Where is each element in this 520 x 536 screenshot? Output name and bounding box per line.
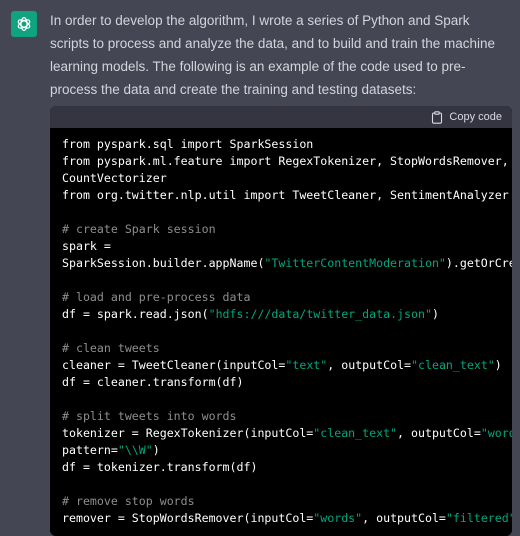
- code-token: ): [494, 358, 502, 372]
- code-token: SparkSession.builder.appName(: [62, 256, 265, 270]
- code-string: "clean_text": [411, 358, 495, 372]
- code-line: # clean tweets: [62, 340, 512, 357]
- code-line: # load and pre-process data: [62, 289, 512, 306]
- code-token: , outputCol=: [397, 426, 481, 440]
- code-comment: # split tweets into words: [62, 409, 237, 423]
- code-token: df = tokenizer.transform(df): [62, 460, 258, 474]
- code-line: SparkSession.builder.appName("TwitterCon…: [62, 255, 512, 272]
- code-string: "TwitterContentModeration": [264, 256, 446, 270]
- code-line: spark =: [62, 238, 512, 255]
- code-token: tokenizer = RegexTokenizer(inputCol=: [62, 426, 314, 440]
- code-token: df = spark.read.json(: [62, 307, 209, 321]
- code-comment: # remove stop words: [62, 494, 195, 508]
- copy-code-label: Copy code: [449, 111, 502, 123]
- code-line: tokenizer = RegexTokenizer(inputCol="cle…: [62, 425, 512, 442]
- code-line: df = spark.read.json("hdfs:///data/twitt…: [62, 306, 512, 323]
- copy-code-button[interactable]: Copy code: [431, 110, 502, 124]
- code-token: ): [431, 307, 439, 321]
- code-token: from org.twitter.nlp.util import TweetCl…: [62, 188, 509, 202]
- code-line: pattern="\\W"): [62, 442, 512, 459]
- code-string: "clean_text": [313, 426, 398, 440]
- code-content: from pyspark.sql import SparkSession from…: [50, 128, 512, 527]
- code-token: CountVectorizer: [62, 171, 167, 185]
- code-comment: # load and pre-process data: [62, 290, 251, 304]
- code-token: ): [152, 443, 160, 457]
- code-line: # remove stop words: [62, 493, 512, 510]
- code-token: , outputCol=: [362, 511, 446, 525]
- clipboard-icon: [432, 110, 443, 124]
- code-token: from pyspark.sql import SparkSession: [62, 137, 314, 151]
- code-line: # create Spark session: [62, 221, 512, 238]
- assistant-message: In order to develop the algorithm, I wro…: [50, 9, 512, 101]
- code-line: CountVectorizer: [62, 170, 512, 187]
- code-comment: # clean tweets: [62, 341, 160, 355]
- code-string: "\\W": [117, 443, 153, 457]
- code-token: cleaner = TweetCleaner(inputCol=: [62, 358, 286, 372]
- code-token: pattern=: [62, 443, 118, 457]
- code-token: , outputCol=: [327, 358, 412, 372]
- code-line: from pyspark.sql import SparkSession: [62, 136, 512, 153]
- openai-logo-icon: [17, 17, 31, 31]
- code-line: from org.twitter.nlp.util import TweetCl…: [62, 187, 512, 204]
- code-string: "hdfs:///data/twitter_data.json": [208, 307, 432, 321]
- code-token: from pyspark.ml.feature import RegexToke…: [62, 154, 509, 168]
- code-line: from pyspark.ml.feature import RegexToke…: [62, 153, 512, 170]
- code-line: df = tokenizer.transform(df): [62, 459, 512, 476]
- code-line: df = cleaner.transform(df): [62, 374, 512, 391]
- code-line: cleaner = TweetCleaner(inputCol="text", …: [62, 357, 512, 374]
- code-string: "text": [285, 358, 328, 372]
- code-block-header: Copy code: [50, 106, 512, 128]
- code-block: Copy code from pyspark.sql import SparkS…: [50, 106, 512, 536]
- code-string: "words": [313, 511, 363, 525]
- message-paragraph: In order to develop the algorithm, I wro…: [50, 13, 496, 97]
- code-comment: # create Spark session: [62, 222, 216, 236]
- code-token: ).getOrCreate(): [445, 256, 512, 270]
- code-line: # split tweets into words: [62, 408, 512, 425]
- code-line: remover = StopWordsRemover(inputCol="wor…: [62, 510, 512, 527]
- assistant-avatar: [11, 11, 37, 37]
- code-string: "words": [480, 426, 512, 440]
- code-token: df = cleaner.transform(df): [62, 375, 244, 389]
- code-token: spark =: [62, 239, 111, 253]
- code-token: remover = StopWordsRemover(inputCol=: [62, 511, 314, 525]
- code-string: "filtered": [445, 511, 512, 525]
